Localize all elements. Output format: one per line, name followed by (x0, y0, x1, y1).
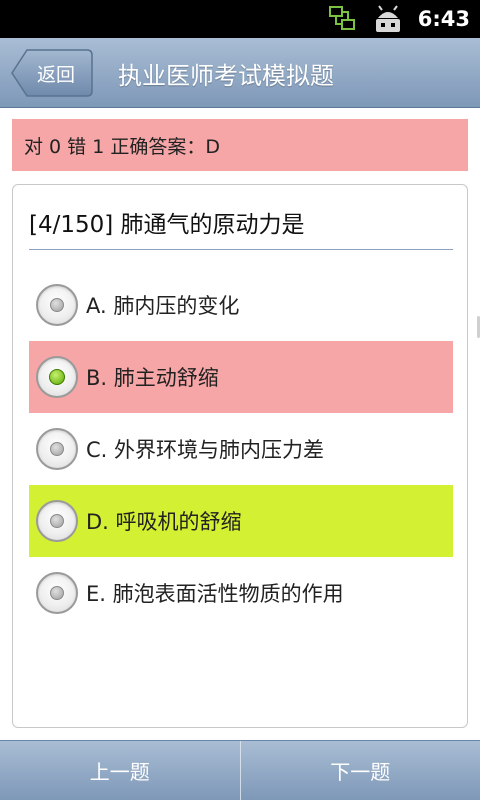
option-d[interactable]: D. 呼吸机的舒缩 (29, 485, 453, 557)
option-e[interactable]: E. 肺泡表面活性物质的作用 (29, 557, 453, 629)
next-question-label: 下一题 (330, 760, 391, 784)
radio-dot (50, 514, 64, 528)
page-title: 执业医师考试模拟题 (118, 61, 334, 90)
option-label: C. 外界环境与肺内压力差 (86, 438, 325, 462)
bottom-nav: 上一题 下一题 (0, 740, 480, 800)
title-bar: 返回 执业医师考试模拟题 (0, 38, 480, 108)
android-debug-icon (372, 4, 404, 34)
back-button[interactable]: 返回 (11, 49, 93, 97)
radio-dot (50, 586, 64, 600)
result-banner: 对 0 错 1 正确答案：D (12, 119, 468, 171)
network-sync-icon (328, 5, 358, 33)
prev-question-button[interactable]: 上一题 (0, 741, 240, 800)
result-text: 对 0 错 1 正确答案：D (24, 135, 220, 158)
next-question-button[interactable]: 下一题 (241, 741, 480, 800)
option-label: E. 肺泡表面活性物质的作用 (86, 582, 344, 606)
status-bar: 6:43 (0, 0, 480, 38)
back-button-label: 返回 (36, 63, 75, 86)
option-a[interactable]: A. 肺内压的变化 (29, 269, 453, 341)
prev-question-label: 上一题 (89, 760, 150, 784)
option-b[interactable]: B. 肺主动舒缩 (29, 341, 453, 413)
radio-dot (50, 298, 64, 312)
radio-button[interactable] (36, 284, 78, 326)
question-text: [4/150] 肺通气的原动力是 (29, 212, 305, 238)
option-c[interactable]: C. 外界环境与肺内压力差 (29, 413, 453, 485)
status-time: 6:43 (417, 7, 470, 31)
option-label: D. 呼吸机的舒缩 (86, 510, 242, 534)
question-divider (29, 249, 453, 250)
radio-dot (49, 369, 65, 385)
radio-button[interactable] (36, 356, 78, 398)
radio-button[interactable] (36, 572, 78, 614)
radio-button[interactable] (36, 428, 78, 470)
radio-button[interactable] (36, 500, 78, 542)
option-label: B. 肺主动舒缩 (86, 366, 219, 390)
question-card: [4/150] 肺通气的原动力是 A. 肺内压的变化 B. 肺主动舒缩 C. 外… (12, 184, 468, 728)
option-label: A. 肺内压的变化 (86, 294, 240, 318)
radio-dot (50, 442, 64, 456)
nav-divider (239, 741, 241, 800)
